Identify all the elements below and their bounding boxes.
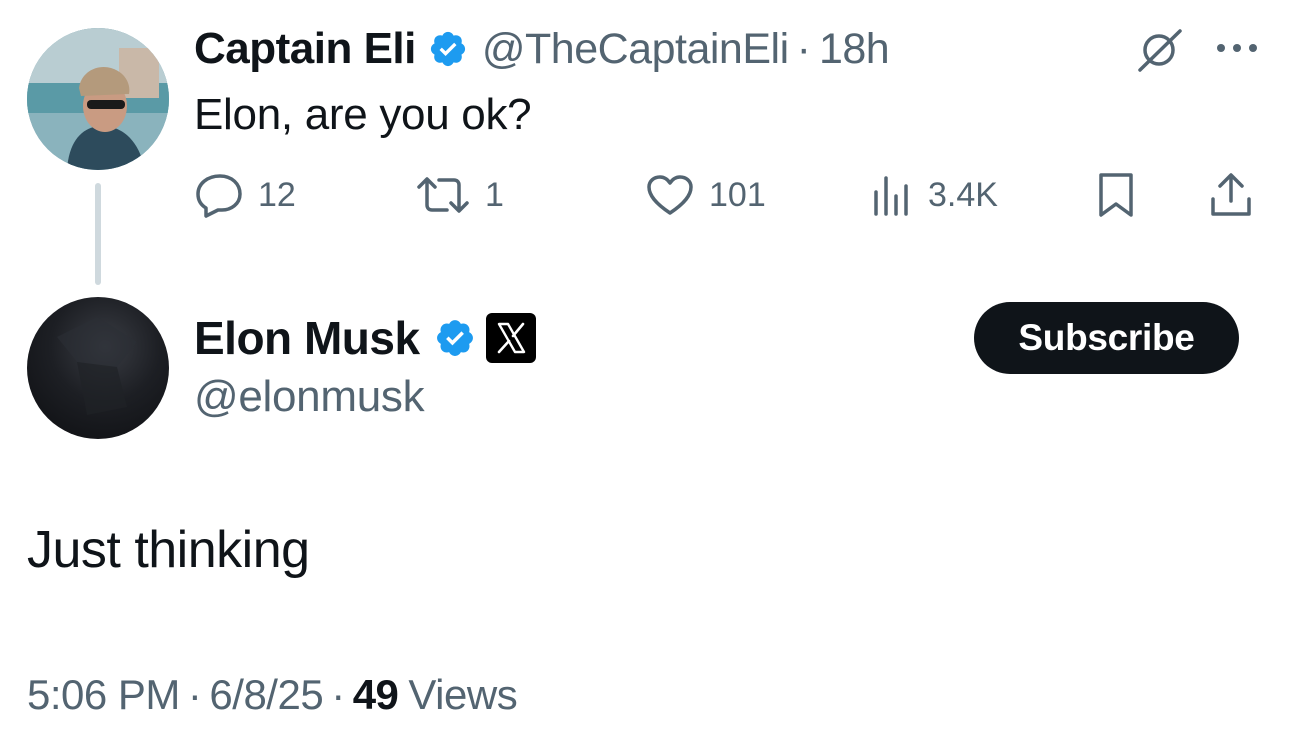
author-display-name[interactable]: Captain Eli	[194, 24, 416, 74]
meta-separator: ·	[187, 671, 202, 718]
bookmark-icon	[1099, 173, 1133, 217]
author-handle[interactable]: @TheCaptainEli	[482, 25, 789, 74]
analytics-icon	[874, 176, 908, 216]
avatar-captain-eli[interactable]	[27, 28, 169, 170]
x-logo-glyph	[497, 322, 525, 354]
meta-separator: ·	[331, 671, 345, 718]
like-button[interactable]: 101	[645, 170, 766, 220]
tweet-age[interactable]: 18h	[819, 25, 890, 74]
grok-icon[interactable]	[1134, 28, 1184, 72]
parent-tweet-text: Elon, are you ok?	[194, 90, 532, 139]
reply-button[interactable]: 12	[194, 170, 296, 220]
repost-icon	[417, 177, 469, 213]
reply-icon	[196, 174, 242, 218]
main-tweet-text: Just thinking	[27, 521, 310, 579]
bookmark-button[interactable]	[1096, 170, 1136, 220]
subscribe-button[interactable]: Subscribe	[974, 302, 1239, 374]
x-logo-icon[interactable]	[485, 313, 536, 363]
author-display-name[interactable]: Elon Musk	[194, 311, 420, 365]
reply-count: 12	[258, 175, 296, 214]
verified-badge-icon	[436, 320, 473, 356]
repost-count: 1	[485, 175, 504, 214]
avatar-elon-musk[interactable]	[27, 297, 169, 439]
meta-separator: ·	[796, 24, 811, 73]
more-icon[interactable]	[1212, 36, 1262, 60]
tweet-date[interactable]: 6/8/25	[209, 671, 323, 719]
views-count[interactable]: 49	[353, 671, 399, 719]
heart-icon	[647, 175, 693, 215]
avatar-photo	[57, 317, 137, 415]
share-button[interactable]	[1208, 170, 1254, 220]
tweet-meta-row: 5:06 PM · 6/8/25 · 49 Views	[27, 668, 518, 722]
parent-tweet-header: Captain Eli @TheCaptainEli · 18h	[194, 24, 890, 74]
main-tweet-header: Elon Musk	[194, 310, 536, 366]
views-label: Views	[408, 671, 518, 718]
like-count: 101	[709, 175, 766, 214]
views-count-parent: 3.4K	[928, 175, 998, 214]
repost-button[interactable]: 1	[415, 170, 504, 220]
thread-connector-line	[95, 183, 101, 285]
avatar-photo	[27, 28, 169, 170]
verified-badge-icon	[430, 31, 465, 67]
tweet-time[interactable]: 5:06 PM	[27, 671, 180, 719]
share-icon	[1211, 173, 1251, 216]
author-handle[interactable]: @elonmusk	[194, 372, 425, 422]
views-button[interactable]: 3.4K	[870, 170, 998, 220]
